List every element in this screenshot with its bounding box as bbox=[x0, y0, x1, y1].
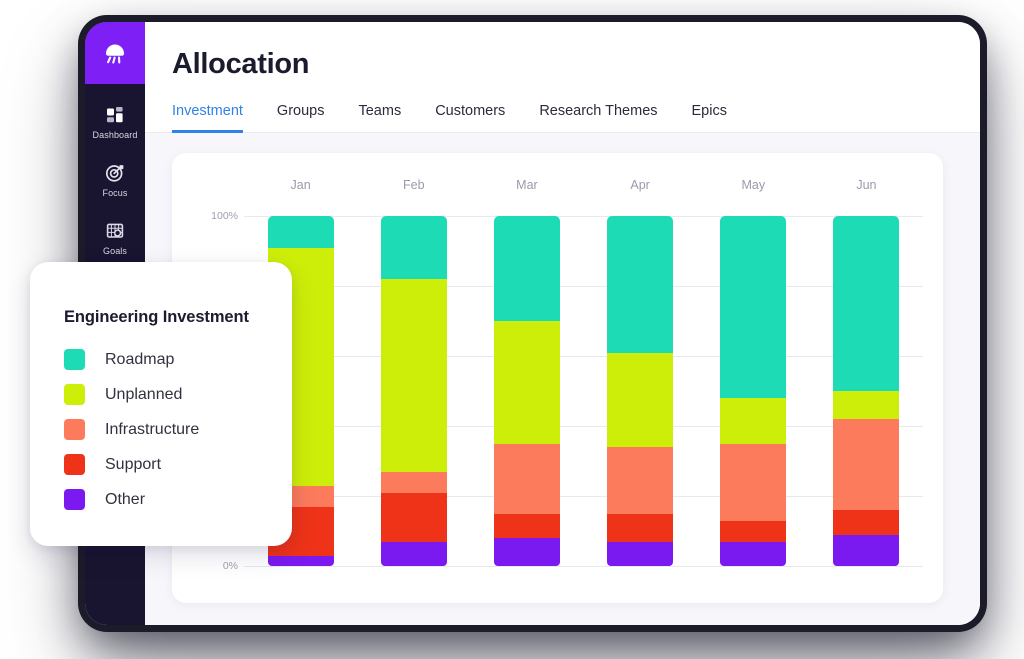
bar-segment-other[interactable] bbox=[720, 541, 787, 566]
x-axis-month-labels: Jan Feb Mar Apr May Jun bbox=[244, 178, 923, 192]
legend-row[interactable]: Unplanned bbox=[64, 384, 292, 405]
x-axis-tick-label: May bbox=[741, 178, 766, 192]
legend-row[interactable]: Roadmap bbox=[64, 349, 292, 370]
stacked-bar[interactable] bbox=[607, 216, 674, 566]
bar-segment-support[interactable] bbox=[720, 520, 787, 542]
sidebar-nav-list: Dashboard Focus Goals bbox=[85, 84, 145, 256]
sidebar-item-label: Dashboard bbox=[92, 130, 138, 140]
tab-research-themes[interactable]: Research Themes bbox=[539, 103, 657, 133]
bar-segment-support[interactable] bbox=[607, 513, 674, 542]
bar-segment-other[interactable] bbox=[493, 538, 560, 566]
bar-segment-support[interactable] bbox=[493, 513, 560, 538]
bar-slot bbox=[470, 216, 583, 566]
legend-row[interactable]: Support bbox=[64, 454, 292, 475]
bar-segment-infrastructure[interactable] bbox=[380, 471, 447, 493]
bar-segment-unplanned[interactable] bbox=[720, 398, 787, 444]
x-axis-tick-label: Jan bbox=[290, 178, 311, 192]
dashboard-grid-icon bbox=[104, 104, 126, 126]
x-axis-tick-label: Feb bbox=[402, 178, 425, 192]
screenshot-scene: Dashboard Focus Goals Allocation Investm… bbox=[0, 0, 1024, 659]
legend-color-swatch bbox=[64, 489, 85, 510]
legend-label: Other bbox=[105, 490, 146, 508]
legend-color-swatch bbox=[64, 419, 85, 440]
brand-logo-button[interactable] bbox=[85, 22, 145, 84]
sidebar-item-focus[interactable]: Focus bbox=[85, 162, 145, 198]
legend-card: Engineering Investment Roadmap Unplanned I… bbox=[30, 262, 292, 546]
y-axis-tick-label: 100% bbox=[211, 210, 238, 222]
legend-row[interactable]: Other bbox=[64, 489, 292, 510]
legend-title: Engineering Investment bbox=[64, 308, 249, 326]
bar-segment-infrastructure[interactable] bbox=[607, 447, 674, 514]
plot-area: Jan Feb Mar Apr May Jun bbox=[244, 153, 923, 603]
y-axis-tick-label: 0% bbox=[222, 560, 238, 572]
stacked-bar[interactable] bbox=[833, 216, 900, 566]
legend-label: Support bbox=[105, 455, 162, 473]
tab-customers[interactable]: Customers bbox=[435, 103, 505, 133]
x-axis-tick-label: Jun bbox=[856, 178, 877, 192]
bar-segment-unplanned[interactable] bbox=[833, 391, 900, 419]
bar-segment-support[interactable] bbox=[833, 510, 900, 535]
tab-teams[interactable]: Teams bbox=[358, 103, 401, 133]
tabbar: Investment Groups Teams Customers Resear… bbox=[145, 81, 980, 133]
page-title: Allocation bbox=[172, 48, 310, 80]
bar-segment-infrastructure[interactable] bbox=[833, 419, 900, 510]
sidebar-item-dashboard[interactable]: Dashboard bbox=[85, 104, 145, 140]
jellyfish-logo-icon bbox=[100, 38, 130, 68]
bar-segment-other[interactable] bbox=[380, 541, 447, 566]
bar-segment-roadmap[interactable] bbox=[493, 216, 560, 321]
bar-slot bbox=[697, 216, 810, 566]
bar-slot bbox=[357, 216, 470, 566]
bar-segment-infrastructure[interactable] bbox=[493, 443, 560, 514]
bar-segment-unplanned[interactable] bbox=[380, 279, 447, 472]
bar-group bbox=[244, 216, 923, 566]
bar-segment-other[interactable] bbox=[607, 541, 674, 566]
stacked-bar[interactable] bbox=[380, 216, 447, 566]
legend-label: Unplanned bbox=[105, 385, 183, 403]
legend-label: Infrastructure bbox=[105, 420, 200, 438]
bar-segment-other[interactable] bbox=[267, 555, 334, 566]
bar-segment-roadmap[interactable] bbox=[833, 216, 900, 391]
bar-slot bbox=[584, 216, 697, 566]
bar-segment-infrastructure[interactable] bbox=[720, 443, 787, 521]
legend-color-swatch bbox=[64, 384, 85, 405]
bar-segment-unplanned[interactable] bbox=[607, 352, 674, 447]
bar-segment-other[interactable] bbox=[833, 534, 900, 566]
sidebar-item-label: Goals bbox=[102, 246, 127, 256]
tab-investment[interactable]: Investment bbox=[172, 103, 243, 133]
sidebar-item-goals[interactable]: Goals bbox=[85, 220, 145, 256]
legend-row[interactable]: Infrastructure bbox=[64, 419, 292, 440]
legend-label: Roadmap bbox=[105, 350, 175, 368]
tab-groups[interactable]: Groups bbox=[277, 103, 325, 133]
bar-segment-roadmap[interactable] bbox=[720, 216, 787, 398]
target-focus-icon bbox=[104, 162, 126, 184]
x-axis-tick-label: Apr bbox=[630, 178, 650, 192]
bar-segment-roadmap[interactable] bbox=[267, 216, 334, 248]
bar-segment-support[interactable] bbox=[380, 492, 447, 542]
stacked-bar[interactable] bbox=[720, 216, 787, 566]
gridline bbox=[244, 566, 923, 567]
bar-slot bbox=[810, 216, 923, 566]
bar-segment-unplanned[interactable] bbox=[493, 321, 560, 444]
x-axis-tick-label: Mar bbox=[516, 178, 538, 192]
legend-list: Roadmap Unplanned Infrastructure Support Oth… bbox=[64, 349, 292, 510]
bar-segment-roadmap[interactable] bbox=[380, 216, 447, 279]
sidebar-item-label: Focus bbox=[102, 188, 128, 198]
goals-net-icon bbox=[104, 220, 126, 242]
tab-epics[interactable]: Epics bbox=[692, 103, 727, 133]
legend-color-swatch bbox=[64, 454, 85, 475]
stacked-bar[interactable] bbox=[493, 216, 560, 566]
legend-color-swatch bbox=[64, 349, 85, 370]
bar-segment-roadmap[interactable] bbox=[607, 216, 674, 353]
